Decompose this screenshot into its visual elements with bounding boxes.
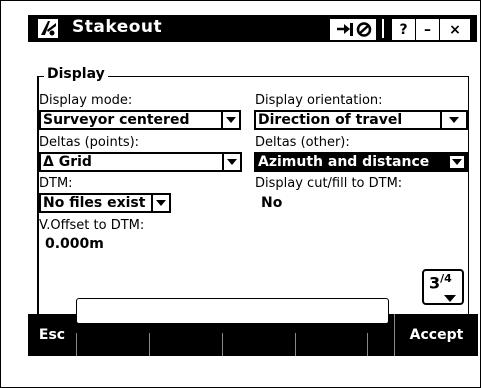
dtm-select[interactable]: No files exist: [39, 193, 171, 213]
chevron-down-icon[interactable]: [151, 195, 169, 211]
chevron-down-icon[interactable]: [440, 112, 466, 128]
dtm-label: DTM:: [39, 176, 73, 191]
page-indicator: 3/4: [429, 272, 452, 293]
minimize-icon: –: [424, 21, 431, 38]
title-bar: Stakeout ? – ×: [28, 15, 477, 42]
chevron-down-icon[interactable]: [222, 154, 240, 170]
chevron-down-icon[interactable]: [448, 154, 466, 170]
chevron-down-icon[interactable]: [221, 112, 239, 128]
accept-button[interactable]: Accept: [394, 314, 478, 356]
page-next-button[interactable]: 3/4: [422, 269, 464, 305]
deltas-other-label: Deltas (other):: [255, 135, 350, 150]
softkey-5[interactable]: [367, 333, 394, 356]
deltas-points-value: Δ Grid: [43, 154, 92, 170]
help-button[interactable]: ?: [392, 19, 415, 40]
display-mode-label: Display mode:: [39, 93, 133, 108]
switch-app-icon: [337, 22, 372, 37]
display-orientation-value: Direction of travel: [258, 112, 403, 128]
softkey-1[interactable]: [76, 333, 150, 356]
form-content: Display Display mode: Surveyor centered …: [28, 42, 477, 317]
esc-button[interactable]: Esc: [28, 314, 76, 356]
softkey-4[interactable]: [295, 333, 368, 356]
controller-screen: Stakeout ? – × Display Display mode: Sur…: [28, 15, 478, 356]
stakeout-app-icon[interactable]: [37, 18, 59, 39]
voffset-label: V.Offset to DTM:: [39, 218, 145, 233]
voffset-value: 0.000m: [45, 236, 104, 252]
help-icon: ?: [399, 21, 408, 38]
close-button[interactable]: ×: [440, 19, 470, 40]
minimize-button[interactable]: –: [416, 19, 439, 40]
window-title: Stakeout: [72, 17, 163, 37]
status-input-field[interactable]: [76, 298, 389, 324]
softkey-bar: Esc Accept: [28, 298, 478, 356]
close-icon: ×: [449, 21, 461, 38]
deltas-other-value: Azimuth and distance: [258, 154, 430, 170]
deltas-points-select[interactable]: Δ Grid: [39, 152, 242, 172]
cutfill-label: Display cut/fill to DTM:: [255, 176, 403, 191]
titlebar-separator: [382, 19, 384, 38]
group-legend: Display: [44, 66, 108, 82]
page-total: 4: [444, 272, 452, 285]
softkey-2[interactable]: [149, 333, 223, 356]
display-mode-select[interactable]: Surveyor centered: [39, 110, 241, 130]
deltas-points-label: Deltas (points):: [39, 135, 140, 150]
display-mode-value: Surveyor centered: [43, 112, 190, 128]
dtm-value: No files exist: [43, 195, 146, 211]
chevron-down-icon: [444, 295, 456, 302]
page-current: 3: [429, 273, 441, 293]
deltas-other-select[interactable]: Azimuth and distance: [254, 152, 468, 172]
esc-label: Esc: [38, 327, 66, 343]
softkey-3[interactable]: [222, 333, 296, 356]
display-orientation-label: Display orientation:: [255, 93, 383, 108]
cutfill-value: No: [261, 195, 283, 211]
display-orientation-select[interactable]: Direction of travel: [254, 110, 468, 130]
accept-label: Accept: [409, 327, 464, 343]
switch-app-button[interactable]: [330, 19, 376, 40]
